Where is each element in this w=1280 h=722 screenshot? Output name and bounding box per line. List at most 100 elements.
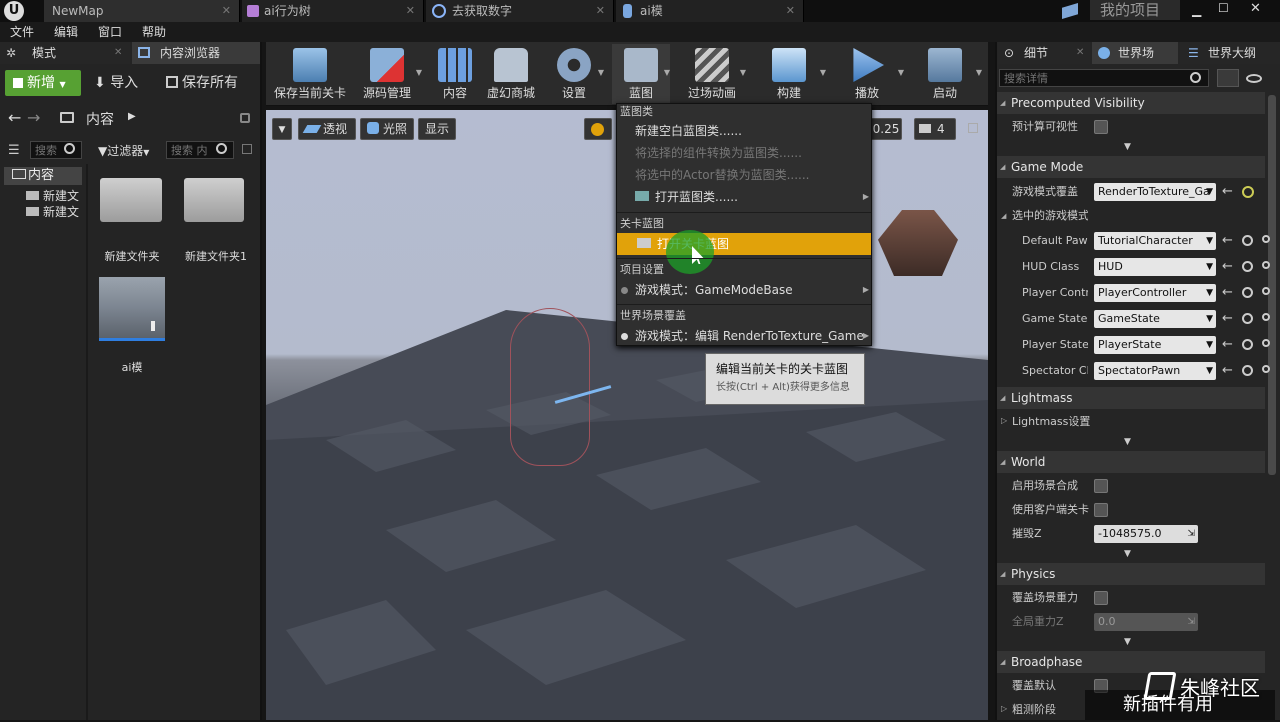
unreal-logo-icon[interactable]: U xyxy=(4,1,24,21)
spectator-class-select[interactable]: SpectatorPawn ▼ xyxy=(1094,362,1216,380)
close-icon[interactable]: ✕ xyxy=(222,0,231,22)
minimize-button[interactable]: ▁ xyxy=(1192,3,1201,17)
section-world[interactable]: World xyxy=(997,451,1265,473)
asset-folder[interactable]: 新建文件夹 xyxy=(100,172,164,263)
cinematics-button[interactable]: 过场动画 ▼ xyxy=(678,44,746,104)
use-selected-arrow-icon[interactable]: ← xyxy=(1222,184,1233,199)
chevron-down-icon[interactable]: ▼ xyxy=(740,68,746,77)
save-search-icon[interactable] xyxy=(242,144,252,154)
property-group-label[interactable]: Lightmass设置 xyxy=(1012,410,1102,434)
settings-button[interactable]: 设置 ▼ xyxy=(544,44,604,104)
chevron-right-icon[interactable]: ▶ xyxy=(128,111,136,122)
browse-icon[interactable] xyxy=(1242,186,1254,198)
precomputed-visibility-checkbox[interactable] xyxy=(1094,120,1108,134)
transform-tool-button[interactable] xyxy=(584,118,612,140)
section-game-mode[interactable]: Game Mode xyxy=(997,156,1265,178)
menu-edit[interactable]: 编辑 xyxy=(54,22,78,42)
chevron-down-icon[interactable]: ▼ xyxy=(664,68,670,77)
blueprints-button[interactable]: 蓝图 ▼ xyxy=(612,44,670,104)
reset-icon[interactable] xyxy=(1262,287,1270,295)
tab-world-settings[interactable]: 世界场 xyxy=(1092,42,1178,64)
property-group-label[interactable]: 选中的游戏模式 xyxy=(1000,204,1088,228)
close-icon[interactable]: ✕ xyxy=(1076,42,1084,64)
close-icon[interactable]: ✕ xyxy=(114,42,122,64)
expand-icon[interactable]: ▷ xyxy=(1001,416,1007,425)
use-selected-arrow-icon[interactable]: ← xyxy=(1222,311,1233,326)
override-gravity-checkbox[interactable] xyxy=(1094,591,1108,605)
tree-splitter[interactable] xyxy=(86,164,88,720)
chevron-down-icon[interactable]: ▼ xyxy=(598,68,604,77)
tab-get-number[interactable]: 去获取数字 ✕ xyxy=(426,0,614,22)
back-arrow-icon[interactable]: ← xyxy=(8,108,21,127)
tab-ai-behavior-tree[interactable]: ai行为树 ✕ xyxy=(242,0,424,22)
tab-content-browser[interactable]: 内容浏览器 xyxy=(132,42,260,64)
browse-search-icon[interactable] xyxy=(1242,313,1253,324)
play-button[interactable]: 播放 ▼ xyxy=(830,44,904,104)
menu-help[interactable]: 帮助 xyxy=(142,22,166,42)
use-selected-arrow-icon[interactable]: ← xyxy=(1222,259,1233,274)
reset-icon[interactable] xyxy=(1262,365,1270,373)
section-broadphase[interactable]: Broadphase xyxy=(997,651,1265,673)
tree-root-item[interactable]: 内容 xyxy=(4,167,82,185)
close-window-button[interactable]: ✕ xyxy=(1250,1,1261,16)
chevron-down-icon[interactable]: ▼ xyxy=(416,68,422,77)
source-control-button[interactable]: 源码管理 ▼ xyxy=(352,44,422,104)
tab-newmap[interactable]: NewMap ✕ xyxy=(44,0,240,22)
forward-arrow-icon[interactable]: → xyxy=(27,108,40,127)
use-client-level-checkbox[interactable] xyxy=(1094,503,1108,517)
expand-advanced-icon[interactable]: ▼ xyxy=(1124,142,1131,152)
game-mode-override-select[interactable]: RenderToTexture_Ga ▼ xyxy=(1094,183,1216,201)
expand-advanced-icon[interactable]: ▼ xyxy=(1124,437,1131,447)
menu-item-project-game-mode[interactable]: 游戏模式：GameModeBase ▶ xyxy=(621,279,869,301)
browse-search-icon[interactable] xyxy=(1242,339,1253,350)
browse-search-icon[interactable] xyxy=(1242,235,1253,246)
camera-speed-button[interactable]: 4 xyxy=(914,118,956,140)
tab-ai-model[interactable]: ai模 ✕ xyxy=(616,0,804,22)
hud-class-select[interactable]: HUD ▼ xyxy=(1094,258,1216,276)
use-selected-arrow-icon[interactable]: ← xyxy=(1222,285,1233,300)
enable-world-composition-checkbox[interactable] xyxy=(1094,479,1108,493)
asset-blueprint[interactable]: ai模 xyxy=(99,277,165,375)
menu-item-world-game-mode[interactable]: 游戏模式：编辑 RenderToTexture_Game ▶ xyxy=(621,325,869,347)
property-matrix-icon[interactable] xyxy=(1217,69,1239,87)
section-lightmass[interactable]: Lightmass xyxy=(997,387,1265,409)
asset-folder[interactable]: 新建文件夹1 xyxy=(184,172,248,263)
chevron-down-icon[interactable]: ▼ xyxy=(820,68,826,77)
maximize-button[interactable]: ☐ xyxy=(1218,1,1229,15)
marketplace-button[interactable]: 虚幻商城 xyxy=(484,44,538,104)
panel-scrollbar[interactable] xyxy=(1268,95,1276,475)
tab-modes[interactable]: ✲ 模式 ✕ xyxy=(0,42,130,64)
section-physics[interactable]: Physics xyxy=(997,563,1265,585)
details-search-input[interactable] xyxy=(999,69,1209,87)
tree-item[interactable]: 新建文 xyxy=(26,187,79,204)
show-button[interactable]: 显示 xyxy=(418,118,456,140)
tab-world-outliner[interactable]: ☰ 世界大纲 xyxy=(1180,42,1280,64)
browse-search-icon[interactable] xyxy=(1242,365,1253,376)
maximize-viewport-icon[interactable] xyxy=(968,123,978,133)
reset-icon[interactable] xyxy=(1262,261,1270,269)
lit-button[interactable]: 光照 xyxy=(360,118,414,140)
import-button[interactable]: ⬇ 导入 xyxy=(94,70,138,96)
close-icon[interactable]: ✕ xyxy=(596,0,605,22)
browse-search-icon[interactable] xyxy=(1242,261,1253,272)
player-state-select[interactable]: PlayerState ▼ xyxy=(1094,336,1216,354)
eye-icon[interactable] xyxy=(1246,74,1262,83)
close-icon[interactable]: ✕ xyxy=(786,0,795,22)
expand-advanced-icon[interactable]: ▼ xyxy=(1124,549,1131,559)
perspective-button[interactable]: 透视 xyxy=(298,118,356,140)
menu-window[interactable]: 窗口 xyxy=(98,22,122,42)
kill-z-input[interactable]: -1048575.0 ⇲ xyxy=(1094,525,1198,543)
menu-item-open-level-blueprint[interactable]: 打开关卡蓝图 xyxy=(617,233,871,255)
chevron-down-icon[interactable]: ▼ xyxy=(898,68,904,77)
default-pawn-select[interactable]: TutorialCharacter ▼ xyxy=(1094,232,1216,250)
grid-snap-value[interactable]: 0.25 xyxy=(870,118,902,140)
menu-item-new-empty-blueprint[interactable]: 新建空白蓝图类...... xyxy=(635,120,742,142)
path-breadcrumb[interactable]: 内容 xyxy=(86,109,114,129)
lock-icon[interactable] xyxy=(240,113,250,123)
filter-button[interactable]: ▼过滤器▼ xyxy=(98,142,149,159)
reset-icon[interactable] xyxy=(1262,235,1270,243)
player-controller-select[interactable]: PlayerController ▼ xyxy=(1094,284,1216,302)
reset-icon[interactable] xyxy=(1262,313,1270,321)
property-group-label[interactable]: 粗测阶段 xyxy=(1012,698,1092,722)
close-icon[interactable]: ✕ xyxy=(406,0,415,22)
